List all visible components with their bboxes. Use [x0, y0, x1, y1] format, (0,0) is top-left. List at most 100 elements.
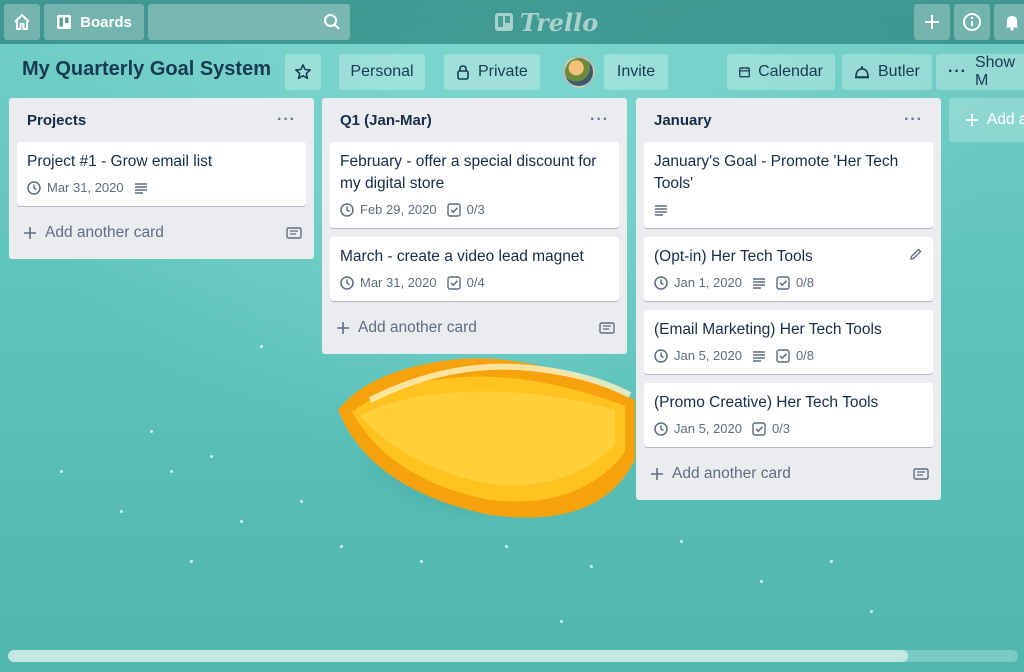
card[interactable]: (Promo Creative) Her Tech Tools Jan 5, 20…: [644, 383, 933, 447]
card-template-icon[interactable]: [599, 321, 615, 335]
invite-button[interactable]: Invite: [604, 54, 668, 90]
calendar-button[interactable]: Calendar: [727, 54, 835, 90]
star-board-button[interactable]: [285, 54, 321, 90]
card-template-icon[interactable]: [913, 467, 929, 481]
card[interactable]: Project #1 - Grow email list Mar 31, 2020: [17, 142, 306, 206]
clock-icon: [27, 181, 41, 195]
card-title: February - offer a special discount for …: [340, 153, 597, 192]
team-button[interactable]: Personal: [339, 54, 425, 90]
home-icon: [14, 14, 30, 30]
add-card-button[interactable]: Add another card: [636, 456, 941, 492]
visibility-button[interactable]: Private: [444, 54, 540, 90]
boards-icon: [57, 15, 72, 29]
trello-logo-icon: [495, 13, 513, 31]
card-template-icon[interactable]: [286, 226, 302, 240]
trello-logo[interactable]: Trello: [494, 7, 599, 37]
list-menu-icon[interactable]: ···: [277, 111, 296, 129]
show-menu-button[interactable]: ··· Show M: [936, 54, 1024, 90]
list-title[interactable]: Projects: [27, 112, 86, 129]
plus-icon: [651, 468, 663, 480]
card[interactable]: (Opt-in) Her Tech Tools Jan 1, 2020 0/8: [644, 237, 933, 301]
add-list-button[interactable]: Add a: [949, 98, 1024, 142]
due-date-badge[interactable]: Mar 31, 2020: [27, 177, 124, 199]
card-title: Project #1 - Grow email list: [27, 153, 213, 170]
checklist-count: 0/8: [795, 275, 815, 290]
description-badge: [752, 277, 766, 289]
visibility-label: Private: [478, 63, 528, 80]
due-date-badge[interactable]: Jan 1, 2020: [654, 272, 742, 294]
checklist-icon: [446, 276, 461, 290]
clock-icon: [654, 422, 668, 436]
list-0: Projects ··· Project #1 - Grow email lis…: [9, 98, 314, 259]
list-menu-icon[interactable]: ···: [904, 111, 923, 129]
description-badge: [752, 350, 766, 362]
edit-icon[interactable]: [909, 247, 923, 261]
team-label: Personal: [350, 63, 414, 80]
search-input[interactable]: [148, 4, 350, 40]
add-card-button[interactable]: Add another card: [322, 310, 627, 346]
description-badge: [654, 204, 668, 216]
checklist-count: 0/8: [795, 348, 815, 363]
notifications-button[interactable]: [994, 4, 1024, 40]
checklist-count: 0/3: [771, 421, 791, 436]
card[interactable]: January's Goal - Promote 'Her Tech Tools…: [644, 142, 933, 228]
boards-button[interactable]: Boards: [44, 4, 144, 40]
list-title[interactable]: January: [654, 112, 712, 129]
list-title[interactable]: Q1 (Jan-Mar): [340, 112, 432, 129]
card-title: (Email Marketing) Her Tech Tools: [654, 321, 882, 338]
butler-icon: [855, 66, 869, 79]
orange-slice-image: [338, 358, 635, 518]
list-header[interactable]: Projects ···: [9, 98, 314, 142]
horizontal-scrollbar[interactable]: [8, 650, 1018, 662]
due-date: Mar 31, 2020: [360, 275, 437, 290]
checklist-icon: [446, 203, 461, 217]
info-button[interactable]: [954, 4, 990, 40]
checklist-badge: 0/8: [776, 345, 814, 367]
plus-icon: [925, 15, 939, 29]
add-card-button[interactable]: Add another card: [9, 215, 314, 251]
card[interactable]: March - create a video lead magnet Mar 31…: [330, 237, 619, 301]
card-badges: [654, 200, 923, 220]
card[interactable]: February - offer a special discount for …: [330, 142, 619, 228]
due-date-badge[interactable]: Feb 29, 2020: [340, 199, 437, 221]
clock-icon: [654, 349, 668, 363]
board-title[interactable]: My Quarterly Goal System: [22, 58, 271, 81]
card-title: (Opt-in) Her Tech Tools: [654, 248, 813, 265]
checklist-icon: [752, 422, 766, 436]
scrollbar-thumb[interactable]: [8, 650, 908, 662]
checklist-count: 0/3: [466, 202, 485, 217]
due-date-badge[interactable]: Jan 5, 2020: [654, 418, 742, 440]
checklist-badge: 0/3: [446, 199, 485, 221]
boards-label: Boards: [80, 13, 132, 31]
clock-icon: [340, 203, 354, 217]
card-badges: Feb 29, 2020 0/3: [340, 200, 609, 220]
lock-icon: [457, 65, 469, 80]
plus-icon: [337, 322, 349, 334]
list-header[interactable]: Q1 (Jan-Mar) ···: [322, 98, 627, 142]
checklist-badge: 0/8: [776, 272, 814, 294]
star-icon: [295, 64, 311, 80]
due-date: Mar 31, 2020: [47, 180, 124, 195]
top-header-bar: Boards Trello: [0, 0, 1024, 44]
clock-icon: [340, 276, 354, 290]
list-1: Q1 (Jan-Mar) ··· February - offer a spec…: [322, 98, 627, 354]
list-2: January ··· January's Goal - Promote 'He…: [636, 98, 941, 500]
logo-text: Trello: [520, 7, 599, 37]
due-date-badge[interactable]: Jan 5, 2020: [654, 345, 742, 367]
search-icon: [324, 14, 340, 30]
card-badges: Jan 5, 2020 0/3: [654, 419, 923, 439]
checklist-icon: [776, 349, 790, 363]
due-date: Jan 5, 2020: [674, 421, 742, 436]
card[interactable]: (Email Marketing) Her Tech Tools Jan 5, 2…: [644, 310, 933, 374]
checklist-badge: 0/3: [752, 418, 790, 440]
list-header[interactable]: January ···: [636, 98, 941, 142]
due-date-badge[interactable]: Mar 31, 2020: [340, 272, 437, 294]
list-menu-icon[interactable]: ···: [590, 111, 609, 129]
add-card-label: Add another card: [45, 224, 164, 241]
description-icon: [655, 205, 667, 216]
home-button[interactable]: [4, 4, 40, 40]
butler-button[interactable]: Butler: [842, 54, 932, 90]
member-avatar[interactable]: [563, 56, 595, 88]
create-button[interactable]: [914, 4, 950, 40]
invite-label: Invite: [616, 63, 656, 80]
